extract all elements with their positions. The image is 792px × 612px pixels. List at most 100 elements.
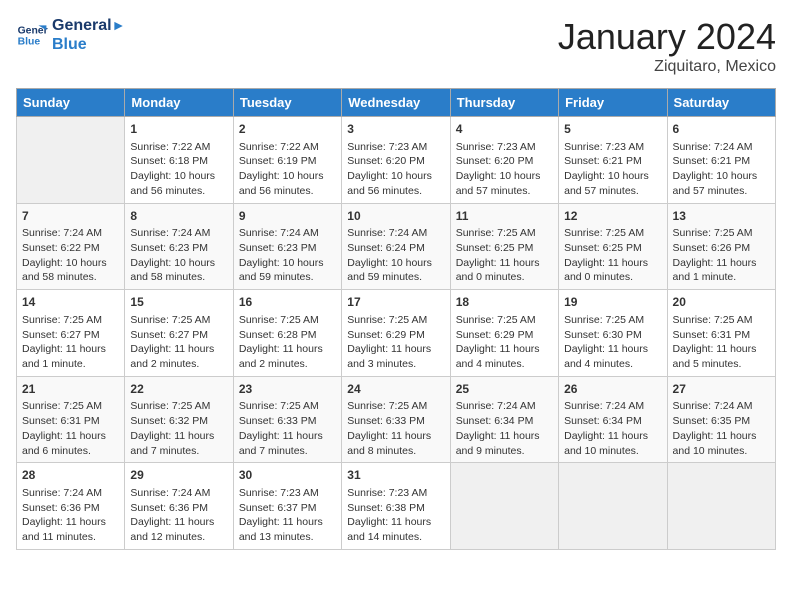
calendar-cell: 11Sunrise: 7:25 AM Sunset: 6:25 PM Dayli… <box>450 203 558 290</box>
calendar-cell <box>17 117 125 204</box>
header: General Blue General► Blue January 2024 … <box>16 16 776 76</box>
day-info: Sunrise: 7:24 AM Sunset: 6:36 PM Dayligh… <box>130 486 227 545</box>
day-number: 14 <box>22 294 119 311</box>
day-number: 29 <box>130 467 227 484</box>
day-number: 26 <box>564 381 661 398</box>
week-row-1: 1Sunrise: 7:22 AM Sunset: 6:18 PM Daylig… <box>17 117 776 204</box>
calendar-body: 1Sunrise: 7:22 AM Sunset: 6:18 PM Daylig… <box>17 117 776 550</box>
day-info: Sunrise: 7:25 AM Sunset: 6:27 PM Dayligh… <box>22 313 119 372</box>
day-info: Sunrise: 7:24 AM Sunset: 6:21 PM Dayligh… <box>673 140 770 199</box>
calendar-cell: 1Sunrise: 7:22 AM Sunset: 6:18 PM Daylig… <box>125 117 233 204</box>
calendar-header-row: SundayMondayTuesdayWednesdayThursdayFrid… <box>17 89 776 117</box>
calendar-cell: 8Sunrise: 7:24 AM Sunset: 6:23 PM Daylig… <box>125 203 233 290</box>
header-day-thursday: Thursday <box>450 89 558 117</box>
week-row-3: 14 Sunrise: 7:25 AM Sunset: 6:27 PM Dayli… <box>17 290 776 377</box>
calendar-cell: 9Sunrise: 7:24 AM Sunset: 6:23 PM Daylig… <box>233 203 341 290</box>
day-number: 2 <box>239 121 336 138</box>
day-number: 8 <box>130 208 227 225</box>
calendar-cell: 13Sunrise: 7:25 AM Sunset: 6:26 PM Dayli… <box>667 203 775 290</box>
logo-line2: Blue <box>52 35 125 54</box>
day-info: Sunrise: 7:24 AM Sunset: 6:34 PM Dayligh… <box>456 399 553 458</box>
day-info: Sunrise: 7:25 AM Sunset: 6:27 PM Dayligh… <box>130 313 227 372</box>
header-day-monday: Monday <box>125 89 233 117</box>
logo-line1: General► <box>52 16 125 35</box>
calendar-cell: 15 Sunrise: 7:25 AM Sunset: 6:27 PM Dayli… <box>125 290 233 377</box>
calendar-cell: 31Sunrise: 7:23 AM Sunset: 6:38 PM Dayli… <box>342 463 450 550</box>
calendar-cell: 10Sunrise: 7:24 AM Sunset: 6:24 PM Dayli… <box>342 203 450 290</box>
calendar-cell: 21Sunrise: 7:25 AM Sunset: 6:31 PM Dayli… <box>17 376 125 463</box>
day-info: Sunrise: 7:24 AM Sunset: 6:23 PM Dayligh… <box>239 226 336 285</box>
day-info: Sunrise: 7:25 AM Sunset: 6:29 PM Dayligh… <box>456 313 553 372</box>
day-number: 23 <box>239 381 336 398</box>
calendar-cell: 19Sunrise: 7:25 AM Sunset: 6:30 PM Dayli… <box>559 290 667 377</box>
calendar-cell: 3Sunrise: 7:23 AM Sunset: 6:20 PM Daylig… <box>342 117 450 204</box>
week-row-4: 21Sunrise: 7:25 AM Sunset: 6:31 PM Dayli… <box>17 376 776 463</box>
calendar-cell: 30 Sunrise: 7:23 AM Sunset: 6:37 PM Dayli… <box>233 463 341 550</box>
day-number: 24 <box>347 381 444 398</box>
day-number: 5 <box>564 121 661 138</box>
calendar-cell: 29 Sunrise: 7:24 AM Sunset: 6:36 PM Dayli… <box>125 463 233 550</box>
calendar-cell: 25Sunrise: 7:24 AM Sunset: 6:34 PM Dayli… <box>450 376 558 463</box>
day-info: Sunrise: 7:23 AM Sunset: 6:37 PM Dayligh… <box>239 486 336 545</box>
day-number: 3 <box>347 121 444 138</box>
calendar-cell: 18 Sunrise: 7:25 AM Sunset: 6:29 PM Dayli… <box>450 290 558 377</box>
header-day-friday: Friday <box>559 89 667 117</box>
day-info: Sunrise: 7:25 AM Sunset: 6:33 PM Dayligh… <box>347 399 444 458</box>
day-info: Sunrise: 7:22 AM Sunset: 6:18 PM Dayligh… <box>130 140 227 199</box>
day-number: 12 <box>564 208 661 225</box>
day-info: Sunrise: 7:25 AM Sunset: 6:28 PM Dayligh… <box>239 313 336 372</box>
day-number: 6 <box>673 121 770 138</box>
day-number: 13 <box>673 208 770 225</box>
logo-icon: General Blue <box>16 19 48 51</box>
header-day-tuesday: Tuesday <box>233 89 341 117</box>
day-info: Sunrise: 7:24 AM Sunset: 6:24 PM Dayligh… <box>347 226 444 285</box>
svg-text:Blue: Blue <box>18 37 41 48</box>
day-info: Sunrise: 7:25 AM Sunset: 6:25 PM Dayligh… <box>456 226 553 285</box>
day-number: 16 <box>239 294 336 311</box>
calendar-cell: 22Sunrise: 7:25 AM Sunset: 6:32 PM Dayli… <box>125 376 233 463</box>
calendar-cell: 23Sunrise: 7:25 AM Sunset: 6:33 PM Dayli… <box>233 376 341 463</box>
calendar-cell: 7Sunrise: 7:24 AM Sunset: 6:22 PM Daylig… <box>17 203 125 290</box>
calendar-cell: 26Sunrise: 7:24 AM Sunset: 6:34 PM Dayli… <box>559 376 667 463</box>
calendar-cell: 27Sunrise: 7:24 AM Sunset: 6:35 PM Dayli… <box>667 376 775 463</box>
title-area: January 2024 Ziquitaro, Mexico <box>558 16 776 76</box>
day-info: Sunrise: 7:24 AM Sunset: 6:35 PM Dayligh… <box>673 399 770 458</box>
calendar-cell: 28Sunrise: 7:24 AM Sunset: 6:36 PM Dayli… <box>17 463 125 550</box>
week-row-2: 7Sunrise: 7:24 AM Sunset: 6:22 PM Daylig… <box>17 203 776 290</box>
calendar-table: SundayMondayTuesdayWednesdayThursdayFrid… <box>16 88 776 550</box>
calendar-cell: 5 Sunrise: 7:23 AM Sunset: 6:21 PM Daylig… <box>559 117 667 204</box>
day-info: Sunrise: 7:23 AM Sunset: 6:20 PM Dayligh… <box>456 140 553 199</box>
day-number: 22 <box>130 381 227 398</box>
day-info: Sunrise: 7:25 AM Sunset: 6:29 PM Dayligh… <box>347 313 444 372</box>
header-day-wednesday: Wednesday <box>342 89 450 117</box>
calendar-cell: 17 Sunrise: 7:25 AM Sunset: 6:29 PM Dayli… <box>342 290 450 377</box>
day-info: Sunrise: 7:25 AM Sunset: 6:31 PM Dayligh… <box>673 313 770 372</box>
day-number: 10 <box>347 208 444 225</box>
day-info: Sunrise: 7:24 AM Sunset: 6:22 PM Dayligh… <box>22 226 119 285</box>
header-day-sunday: Sunday <box>17 89 125 117</box>
day-info: Sunrise: 7:25 AM Sunset: 6:25 PM Dayligh… <box>564 226 661 285</box>
calendar-cell: 24Sunrise: 7:25 AM Sunset: 6:33 PM Dayli… <box>342 376 450 463</box>
day-info: Sunrise: 7:24 AM Sunset: 6:34 PM Dayligh… <box>564 399 661 458</box>
calendar-cell: 16 Sunrise: 7:25 AM Sunset: 6:28 PM Dayli… <box>233 290 341 377</box>
logo: General Blue General► Blue <box>16 16 125 54</box>
day-info: Sunrise: 7:25 AM Sunset: 6:30 PM Dayligh… <box>564 313 661 372</box>
day-number: 30 <box>239 467 336 484</box>
calendar-cell <box>450 463 558 550</box>
day-number: 11 <box>456 208 553 225</box>
calendar-cell: 4 Sunrise: 7:23 AM Sunset: 6:20 PM Daylig… <box>450 117 558 204</box>
day-number: 27 <box>673 381 770 398</box>
day-number: 4 <box>456 121 553 138</box>
day-number: 21 <box>22 381 119 398</box>
month-title: January 2024 <box>558 16 776 58</box>
day-number: 15 <box>130 294 227 311</box>
day-number: 17 <box>347 294 444 311</box>
day-number: 20 <box>673 294 770 311</box>
day-info: Sunrise: 7:25 AM Sunset: 6:33 PM Dayligh… <box>239 399 336 458</box>
calendar-cell: 2Sunrise: 7:22 AM Sunset: 6:19 PM Daylig… <box>233 117 341 204</box>
day-number: 25 <box>456 381 553 398</box>
calendar-cell: 14 Sunrise: 7:25 AM Sunset: 6:27 PM Dayli… <box>17 290 125 377</box>
day-info: Sunrise: 7:25 AM Sunset: 6:32 PM Dayligh… <box>130 399 227 458</box>
day-info: Sunrise: 7:23 AM Sunset: 6:21 PM Dayligh… <box>564 140 661 199</box>
day-number: 18 <box>456 294 553 311</box>
